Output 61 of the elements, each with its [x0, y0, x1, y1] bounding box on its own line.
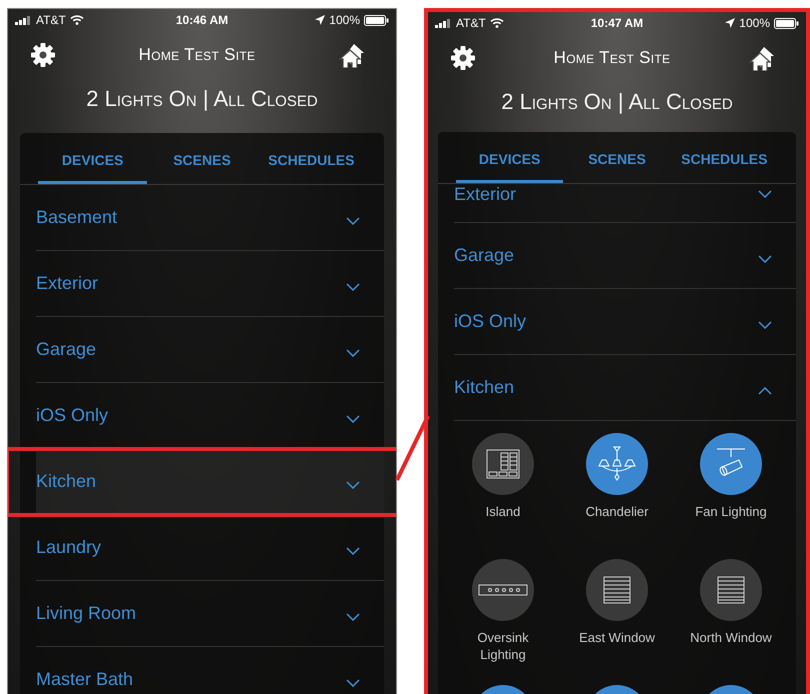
room-name[interactable]: iOS Only: [454, 311, 526, 332]
room-name[interactable]: Garage: [454, 245, 514, 266]
site-title: Home Test Site: [138, 45, 256, 65]
battery-icon: [364, 14, 389, 26]
location-arrow-icon: [725, 18, 736, 28]
tab[interactable]: SCENES: [147, 133, 257, 184]
room-name[interactable]: iOS Only: [36, 405, 108, 426]
tab[interactable]: SCHEDULES: [670, 132, 778, 183]
carrier-name: AT&T: [456, 16, 486, 30]
device-label: Chandelier: [584, 503, 650, 520]
room-name[interactable]: Basement: [36, 207, 118, 228]
chevron-down-icon[interactable]: [346, 348, 360, 356]
chevron-down-icon[interactable]: [346, 546, 360, 554]
carrier-name: AT&T: [36, 13, 66, 27]
battery-percent: 100%: [329, 13, 360, 27]
signal-icon: [435, 18, 452, 28]
chevron-down-icon[interactable]: [758, 320, 772, 328]
room-name[interactable]: Kitchen: [36, 471, 96, 492]
room-name[interactable]: Kitchen: [454, 377, 514, 398]
chevron-up-icon[interactable]: [758, 386, 772, 394]
device-label: Island: [484, 503, 522, 520]
chevron-down-icon[interactable]: [346, 282, 360, 290]
room-name[interactable]: Laundry: [36, 537, 102, 558]
wifi-icon: [70, 15, 84, 25]
chevron-down-icon[interactable]: [346, 612, 360, 620]
battery-icon: [774, 18, 799, 28]
tab[interactable]: DEVICES: [456, 132, 564, 183]
clock-time: 10:47 AM: [590, 16, 644, 30]
battery-percent: 100%: [739, 16, 770, 30]
status-summary: 2 Lights On | All Closed: [500, 88, 734, 116]
chevron-down-icon[interactable]: [346, 480, 360, 488]
status-summary: 2 Lights On | All Closed: [85, 85, 319, 113]
chevron-down-icon[interactable]: [758, 190, 772, 198]
site-title: Home Test Site: [554, 48, 670, 68]
tab[interactable]: SCENES: [563, 132, 671, 183]
keypad-icon: [486, 449, 520, 479]
device-label: North Window: [689, 629, 773, 646]
room-name[interactable]: Exterior: [36, 273, 98, 294]
room-name[interactable]: Exterior: [454, 184, 516, 205]
chevron-down-icon[interactable]: [346, 216, 360, 224]
location-arrow-icon: [315, 15, 326, 25]
chandelier-icon: [598, 446, 636, 482]
room-name[interactable]: Living Room: [36, 603, 136, 624]
device-label: Fan Lighting: [694, 503, 768, 520]
device-label: Oversink Lighting: [476, 629, 530, 663]
room-name[interactable]: Master Bath: [36, 669, 134, 690]
room-name[interactable]: Garage: [36, 339, 96, 360]
tab[interactable]: DEVICES: [38, 133, 148, 184]
window-shade-icon: [603, 576, 631, 604]
chevron-down-icon[interactable]: [346, 414, 360, 422]
window-shade-icon: [717, 576, 745, 604]
settings-icon[interactable]: [30, 42, 56, 68]
tab[interactable]: SCHEDULES: [256, 133, 366, 184]
signal-icon: [15, 16, 32, 24]
wifi-icon: [490, 18, 504, 28]
light-strip-icon: [478, 584, 528, 596]
chevron-down-icon[interactable]: [346, 678, 360, 686]
device-label: East Window: [578, 629, 656, 646]
chevron-down-icon[interactable]: [758, 254, 772, 262]
settings-icon[interactable]: [450, 45, 476, 71]
clock-time: 10:46 AM: [176, 13, 228, 27]
